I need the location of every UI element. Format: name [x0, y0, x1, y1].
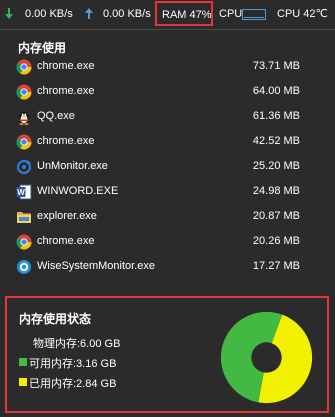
process-row[interactable]: W WINWORD.EXE 24.98 MB: [6, 180, 328, 205]
cpu-usage-graph: [242, 9, 266, 20]
download-arrow-icon: [5, 8, 13, 19]
process-memory: 20.87 MB: [252, 210, 300, 222]
memory-status-panel: 内存使用状态 物理内存:6.00 GB 可用内存:3.16 GB 已用内存:2.…: [5, 296, 329, 413]
process-name: chrome.exe: [37, 85, 95, 97]
process-memory: 24.98 MB: [252, 185, 300, 197]
process-memory: 64.00 MB: [252, 85, 300, 97]
word-icon: W: [16, 184, 32, 200]
process-row[interactable]: chrome.exe 42.52 MB: [6, 130, 328, 155]
process-name: UnMonitor.exe: [37, 160, 108, 172]
process-row[interactable]: WiseSystemMonitor.exe 17.27 MB: [6, 255, 328, 280]
process-memory: 61.36 MB: [252, 110, 300, 122]
download-speed: 0.00 KB/s: [25, 8, 73, 20]
process-row[interactable]: chrome.exe 73.71 MB: [6, 55, 328, 80]
cpu-label: CPU: [219, 8, 243, 20]
process-name: chrome.exe: [37, 235, 95, 247]
process-memory: 20.26 MB: [252, 235, 300, 247]
memory-usage-panel: 内存使用 chrome.exe 73.71 MB chrome.exe 64.00 M…: [6, 33, 328, 283]
process-name: chrome.exe: [37, 135, 95, 147]
memory-status-title: 内存使用状态: [19, 312, 92, 326]
process-memory: 73.71 MB: [252, 60, 300, 72]
wise-monitor-icon: [16, 259, 32, 275]
process-memory: 25.20 MB: [252, 160, 300, 172]
upload-speed: 0.00 KB/s: [103, 8, 151, 20]
available-memory-text: 可用内存:3.16 GB: [29, 358, 117, 370]
memory-usage-title: 内存使用: [18, 41, 67, 55]
donut-hole: [251, 342, 282, 373]
svg-text:W: W: [17, 188, 25, 197]
process-row[interactable]: QQ.exe 61.36 MB: [6, 105, 328, 130]
used-memory-text: 已用内存:2.84 GB: [29, 378, 117, 390]
process-name: chrome.exe: [37, 60, 95, 72]
chrome-icon: [16, 134, 32, 150]
top-toolbar: 0.00 KB/s 0.00 KB/s RAM 47% CPU CPU 42℃: [0, 0, 335, 30]
used-legend-swatch: [19, 378, 27, 386]
process-name: QQ.exe: [37, 110, 75, 122]
chrome-icon: [16, 234, 32, 250]
chrome-icon: [16, 59, 32, 75]
process-name: WiseSystemMonitor.exe: [37, 260, 155, 272]
cpu-temperature: CPU 42℃: [277, 8, 328, 20]
physical-memory-text: 物理内存:6.00 GB: [33, 338, 121, 350]
refresh-circle-icon: [16, 159, 32, 175]
ram-usage-indicator[interactable]: RAM 47%: [155, 1, 213, 26]
folder-icon: [16, 209, 32, 225]
process-name: explorer.exe: [37, 210, 97, 222]
available-legend-swatch: [19, 358, 27, 366]
process-row[interactable]: UnMonitor.exe 25.20 MB: [6, 155, 328, 180]
process-row[interactable]: chrome.exe 20.26 MB: [6, 230, 328, 255]
chrome-icon: [16, 84, 32, 100]
ram-usage-label: RAM 47%: [162, 9, 212, 21]
memory-donut-chart: [220, 311, 313, 404]
process-row[interactable]: explorer.exe 20.87 MB: [6, 205, 328, 230]
process-row[interactable]: chrome.exe 64.00 MB: [6, 80, 328, 105]
process-memory: 42.52 MB: [252, 135, 300, 147]
process-name: WINWORD.EXE: [37, 185, 119, 197]
qq-penguin-icon: [16, 109, 32, 125]
process-memory: 17.27 MB: [252, 260, 300, 272]
upload-arrow-icon: [85, 8, 93, 19]
